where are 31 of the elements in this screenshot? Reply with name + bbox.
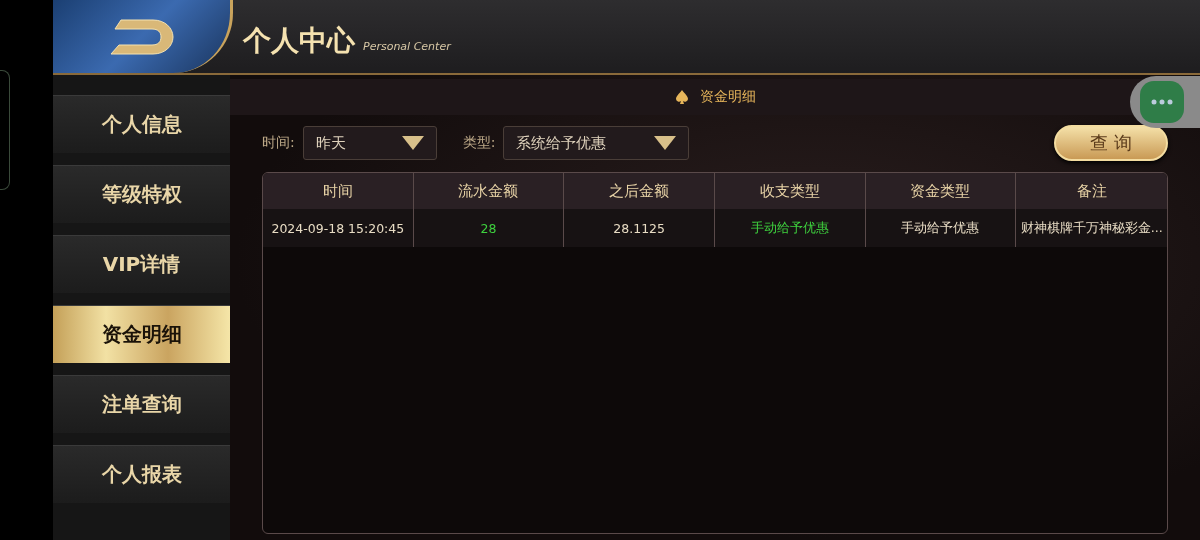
table-cell: 2024-09-18 15:20:45: [263, 209, 414, 247]
filter-dropdown[interactable]: 系统给予优惠: [503, 126, 690, 160]
filter-label: 类型:: [462, 134, 496, 152]
section-title: 资金明细: [700, 88, 756, 106]
sidebar-item[interactable]: 注单查询: [53, 375, 230, 433]
column-header: 资金类型: [865, 173, 1017, 209]
spade-icon: [674, 89, 690, 105]
sidebar-item[interactable]: 个人信息: [53, 95, 230, 153]
table-cell: 28: [413, 209, 565, 247]
column-header: 收支类型: [715, 173, 866, 209]
more-button[interactable]: [1130, 76, 1200, 128]
page-title: 个人中心: [243, 23, 355, 59]
sidebar-item[interactable]: 个人报表: [53, 445, 230, 503]
sidebar-item[interactable]: 资金明细: [53, 305, 230, 363]
filter-label: 时间:: [262, 134, 295, 152]
column-header: 之后金额: [564, 173, 715, 209]
column-header: 备注: [1016, 173, 1167, 209]
table-cell: 财神棋牌千万神秘彩金...: [1016, 209, 1167, 247]
query-button[interactable]: 查 询: [1054, 125, 1168, 161]
sidebar-item[interactable]: VIP详情: [53, 235, 230, 293]
table-cell: 28.1125: [564, 209, 715, 247]
caret-icon: [654, 136, 677, 150]
column-header: 流水金额: [413, 173, 565, 209]
page-subtitle: Personal Center: [363, 40, 451, 53]
table-cell: 手动给予优惠: [715, 209, 866, 247]
more-icon: [1140, 81, 1184, 123]
table-cell: 手动给予优惠: [865, 209, 1017, 247]
column-header: 时间: [263, 173, 414, 209]
caret-icon: [401, 136, 424, 150]
filter-dropdown[interactable]: 昨天: [302, 126, 437, 160]
sidebar-item[interactable]: 等级特权: [53, 165, 230, 223]
